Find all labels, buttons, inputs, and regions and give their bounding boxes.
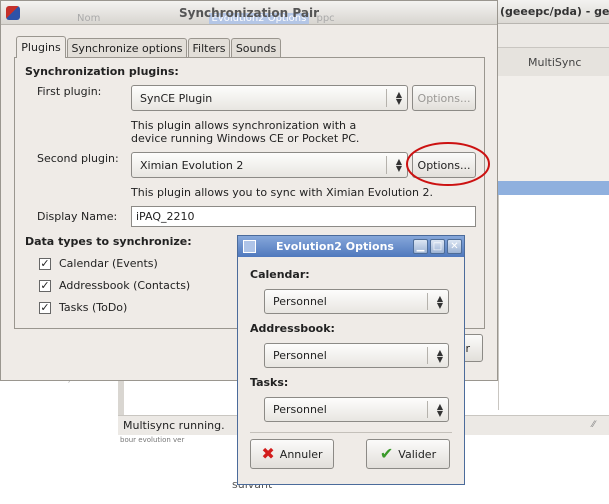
tab-plugins-label: Plugins bbox=[21, 41, 61, 54]
tab-plugins[interactable]: Plugins bbox=[16, 36, 66, 58]
tab-filters-label: Filters bbox=[192, 42, 226, 55]
updown-arrow-icon: ▲ ▼ bbox=[436, 293, 443, 310]
combo-separator bbox=[386, 89, 387, 107]
background-list-area bbox=[498, 195, 609, 410]
check-icon: ✔ bbox=[379, 444, 394, 463]
tab-filters[interactable]: Filters bbox=[188, 38, 230, 58]
second-plugin-label: Second plugin: bbox=[37, 152, 119, 165]
highlight-circle bbox=[406, 142, 490, 186]
updown-arrow-icon: ▲ ▼ bbox=[395, 157, 402, 173]
addressbook-checkbox-label: Addressbook (Contacts) bbox=[59, 279, 191, 292]
plugins-section-title: Synchronization plugins: bbox=[25, 65, 179, 78]
evo-tasks-label: Tasks: bbox=[250, 376, 289, 389]
evo-tasks-combo[interactable]: Personnel ▲ ▼ bbox=[264, 397, 449, 422]
evo-close-button[interactable]: ✕ bbox=[447, 239, 462, 254]
evo-calendar-label: Calendar: bbox=[250, 268, 310, 281]
status-text: Multisync running. bbox=[123, 419, 225, 432]
evo-window-icon bbox=[243, 240, 256, 253]
background-panel bbox=[498, 76, 609, 181]
first-plugin-label: First plugin: bbox=[37, 85, 102, 98]
second-plugin-description: This plugin allows you to sync with Ximi… bbox=[131, 186, 433, 199]
first-plugin-options-label: Options... bbox=[417, 91, 471, 105]
sync-pair-title: Synchronization Pair bbox=[179, 6, 319, 20]
tab-synchronize-options[interactable]: Synchronize options bbox=[67, 38, 187, 58]
ok-button-label: Valider bbox=[398, 447, 437, 461]
tab-sounds-label: Sounds bbox=[235, 42, 277, 55]
calendar-checkbox-label: Calendar (Events) bbox=[59, 257, 158, 270]
evo-minimize-button[interactable]: ▁ bbox=[413, 239, 428, 254]
status-resize-grip: ⁄⁄ bbox=[592, 420, 596, 430]
evo-dialog-title: Evolution2 Options bbox=[276, 240, 394, 253]
evo-calendar-combo[interactable]: Personnel ▲ ▼ bbox=[264, 289, 449, 314]
first-plugin-description: This plugin allows synchronization with … bbox=[131, 119, 360, 145]
tab-sounds[interactable]: Sounds bbox=[231, 38, 281, 58]
combo-separator bbox=[427, 401, 428, 418]
tab-synchronize-options-label: Synchronize options bbox=[71, 42, 183, 55]
multisync-tab[interactable]: MultiSync bbox=[528, 56, 581, 69]
first-plugin-combo[interactable]: SynCE Plugin ▲ ▼ bbox=[131, 85, 408, 111]
evo-addressbook-value: Personnel bbox=[273, 349, 327, 362]
updown-arrow-icon: ▲ ▼ bbox=[395, 90, 402, 106]
status-bar: Multisync running. bbox=[118, 415, 248, 435]
background-lower-panel bbox=[118, 381, 238, 415]
gedit-window-title: (geeepc/pda) - gedit bbox=[500, 5, 609, 18]
evo-addressbook-combo[interactable]: Personnel ▲ ▼ bbox=[264, 343, 449, 368]
first-plugin-options-button[interactable]: Options... bbox=[412, 85, 476, 111]
bottom-faint-line: bour evolution ver bbox=[120, 436, 185, 442]
status-bar-right bbox=[465, 415, 609, 435]
cancel-button[interactable]: ✖ Annuler bbox=[250, 439, 334, 469]
data-types-title: Data types to synchronize: bbox=[25, 235, 192, 248]
evo-addressbook-label: Addressbook: bbox=[250, 322, 335, 335]
combo-separator bbox=[427, 347, 428, 364]
cancel-icon: ✖ bbox=[261, 444, 275, 463]
evo-button-separator bbox=[250, 432, 452, 433]
calendar-checkbox[interactable]: ✓ bbox=[39, 258, 51, 270]
background-blue-bar bbox=[498, 181, 609, 195]
combo-separator bbox=[386, 156, 387, 174]
partially-hidden-button-label: r bbox=[465, 341, 470, 355]
first-plugin-value: SynCE Plugin bbox=[140, 91, 213, 105]
tasks-checkbox[interactable]: ✓ bbox=[39, 302, 51, 314]
tasks-checkbox-label: Tasks (ToDo) bbox=[59, 301, 128, 314]
evo-calendar-value: Personnel bbox=[273, 295, 327, 308]
evolution2-options-dialog: Evolution2 Options ▁ □ ✕ Calendar: Perso… bbox=[237, 235, 465, 485]
addressbook-checkbox[interactable]: ✓ bbox=[39, 280, 51, 292]
updown-arrow-icon: ▲ ▼ bbox=[436, 347, 443, 364]
evo-maximize-button[interactable]: □ bbox=[430, 239, 445, 254]
combo-separator bbox=[427, 293, 428, 310]
evo-tasks-value: Personnel bbox=[273, 403, 327, 416]
second-plugin-combo[interactable]: Ximian Evolution 2 ▲ ▼ bbox=[131, 152, 408, 178]
background-toolbar-strip bbox=[498, 24, 609, 48]
cancel-button-label: Annuler bbox=[279, 447, 323, 461]
second-plugin-value: Ximian Evolution 2 bbox=[140, 158, 244, 172]
display-name-value: iPAQ_2210 bbox=[136, 210, 195, 223]
display-name-input[interactable]: iPAQ_2210 bbox=[131, 206, 476, 227]
updown-arrow-icon: ▲ ▼ bbox=[436, 401, 443, 418]
display-name-label: Display Name: bbox=[37, 210, 118, 223]
ok-button[interactable]: ✔ Valider bbox=[366, 439, 450, 469]
